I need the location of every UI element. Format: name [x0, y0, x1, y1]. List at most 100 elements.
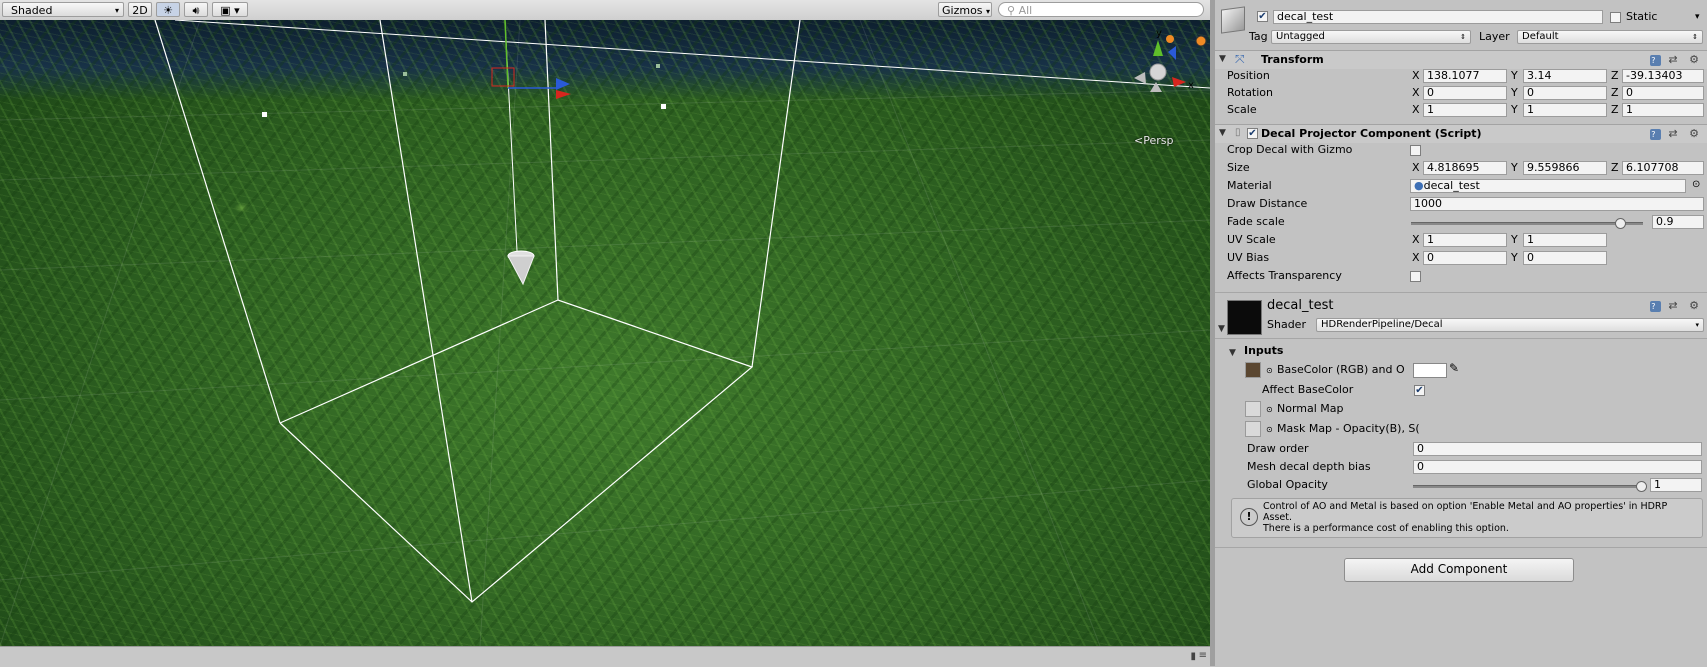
toggle-2d-button[interactable]: 2D [128, 2, 152, 17]
toggle-lighting-button[interactable]: ☀ [156, 2, 180, 17]
uv-scale-y-field[interactable]: 1 [1523, 233, 1607, 247]
gizmos-label: Gizmos [942, 4, 983, 17]
crop-decal-checkbox[interactable] [1410, 145, 1421, 156]
shading-mode-dropdown[interactable]: Shaded ▾ [2, 2, 124, 17]
gizmos-dropdown[interactable]: Gizmos ▾ [938, 2, 992, 17]
projector-cone-icon[interactable] [507, 250, 535, 286]
mesh-decal-bias-label: Mesh decal depth bias [1247, 460, 1371, 473]
gear-icon: ⚙ [1689, 299, 1703, 312]
size-z-field[interactable]: 6.107708 [1622, 161, 1704, 175]
normal-map-label: Normal Map [1277, 402, 1344, 415]
rotation-y-field[interactable]: 0 [1523, 86, 1607, 100]
scene-viewport[interactable]: y x <Persp [0, 20, 1210, 646]
global-opacity-slider-thumb[interactable] [1636, 481, 1647, 492]
object-name-field[interactable]: decal_test [1273, 10, 1603, 24]
move-handle[interactable] [491, 20, 571, 99]
position-x-field[interactable]: 138.1077 [1423, 69, 1507, 83]
material-object-field[interactable]: ●decal_test [1410, 179, 1686, 193]
rotation-x-field[interactable]: 0 [1423, 86, 1507, 100]
eyedropper-icon[interactable]: ✎ [1449, 361, 1459, 375]
component-header-icons[interactable]: ? ⇄ ⚙ [1649, 53, 1703, 66]
transform-icon: ⤧ [1235, 52, 1245, 66]
tag-value: Untagged [1276, 31, 1325, 42]
toggle-effects-button[interactable]: ▣ ▾ [212, 2, 248, 17]
base-color-texture-slot[interactable] [1245, 362, 1261, 378]
shader-label: Shader [1267, 318, 1306, 331]
add-component-button[interactable]: Add Component [1344, 558, 1574, 582]
section-separator [1215, 338, 1707, 339]
chevron-down-icon[interactable]: ▾ [1695, 12, 1700, 22]
position-y-field[interactable]: 3.14 [1523, 69, 1607, 83]
scene-view[interactable]: Shaded ▾ 2D ☀ 🔊︎ ▣ ▾ Gizmos ▾ ⚲ All y x … [0, 0, 1210, 667]
normal-map-texture-slot[interactable] [1245, 401, 1261, 417]
size-x-field[interactable]: 4.818695 [1423, 161, 1507, 175]
rotation-z-field[interactable]: 0 [1622, 86, 1704, 100]
draw-distance-field[interactable]: 1000 [1410, 197, 1704, 211]
uv-scale-label: UV Scale [1227, 233, 1276, 246]
global-opacity-field[interactable]: 1 [1650, 478, 1702, 492]
mask-map-texture-slot[interactable] [1245, 421, 1261, 437]
tag-dropdown[interactable]: Untagged ⇕ [1271, 30, 1471, 44]
foldout-arrow-icon: ▼ [1219, 128, 1226, 138]
affects-transparency-label: Affects Transparency [1227, 269, 1342, 282]
preset-icon: ⇄ [1668, 299, 1682, 312]
component-header-icons[interactable]: ? ⇄ ⚙ [1649, 127, 1703, 140]
foldout-arrow-icon[interactable]: ▼ [1218, 324, 1225, 334]
base-color-picker[interactable] [1413, 363, 1447, 378]
decal-projector-header[interactable]: ▼ ▯ ✔ Decal Projector Component (Script)… [1215, 124, 1707, 143]
shader-value: HDRenderPipeline/Decal [1321, 319, 1443, 330]
fade-scale-slider[interactable] [1411, 222, 1643, 225]
uv-bias-x-field[interactable]: 0 [1423, 251, 1507, 265]
draw-distance-label: Draw Distance [1227, 197, 1308, 210]
transform-header[interactable]: ▼ ⤧ Transform ? ⇄ ⚙ [1215, 50, 1707, 69]
global-opacity-slider[interactable] [1413, 485, 1641, 488]
transform-title: Transform [1261, 53, 1324, 66]
scale-y-field[interactable]: 1 [1523, 103, 1607, 117]
position-z-field[interactable]: -39.13403 [1622, 69, 1704, 83]
scale-x-field[interactable]: 1 [1423, 103, 1507, 117]
scene-search-input[interactable]: ⚲ All [998, 2, 1204, 17]
texture-picker-icon[interactable]: ⊙ [1266, 366, 1273, 375]
draw-order-field[interactable]: 0 [1413, 442, 1702, 456]
script-icon: ▯ [1235, 127, 1241, 138]
texture-picker-icon[interactable]: ⊙ [1266, 425, 1273, 434]
material-preview-thumbnail [1227, 300, 1262, 335]
layer-dropdown[interactable]: Default ⇕ [1517, 30, 1703, 44]
orientation-gizmo[interactable]: y x [1134, 28, 1207, 92]
gear-icon: ⚙ [1689, 127, 1703, 140]
lock-icon[interactable]: ▮ [1190, 651, 1196, 662]
texture-picker-icon[interactable]: ⊙ [1266, 405, 1273, 414]
active-checkbox[interactable]: ✔ [1257, 11, 1268, 22]
material-header-icons[interactable]: ? ⇄ ⚙ [1649, 299, 1703, 312]
uv-bias-y-field[interactable]: 0 [1523, 251, 1607, 265]
affects-transparency-checkbox[interactable] [1410, 271, 1421, 282]
projection-mode-toggle[interactable]: <Persp [1134, 134, 1173, 147]
decal-bounds-box[interactable] [154, 20, 801, 603]
info-text-line1: Control of AO and Metal is based on opti… [1263, 501, 1668, 512]
fade-scale-slider-thumb[interactable] [1614, 218, 1626, 229]
size-y-field[interactable]: 9.559866 [1523, 161, 1607, 175]
chevron-down-icon: ▾ [1695, 321, 1699, 329]
shader-dropdown[interactable]: HDRenderPipeline/Decal ▾ [1316, 318, 1704, 332]
probe-marker [403, 72, 407, 76]
toggle-audio-button[interactable]: 🔊︎ [184, 2, 208, 17]
scale-z-field[interactable]: 1 [1622, 103, 1704, 117]
uv-scale-x-field[interactable]: 1 [1423, 233, 1507, 247]
static-checkbox[interactable] [1610, 12, 1621, 23]
help-icon: ? [1649, 129, 1661, 140]
scale-label: Scale [1227, 103, 1257, 116]
object-picker-icon[interactable]: ⊙ [1692, 179, 1700, 190]
material-name: decal_test [1267, 298, 1334, 313]
mesh-decal-bias-field[interactable]: 0 [1413, 460, 1702, 474]
scene-statusbar: ▮ ≡ [0, 646, 1210, 667]
decal-enabled-checkbox[interactable]: ✔ [1247, 128, 1258, 139]
info-icon: ! [1240, 508, 1258, 526]
menu-icon[interactable]: ≡ [1199, 650, 1207, 661]
gear-icon: ⚙ [1689, 53, 1703, 66]
draw-order-label: Draw order [1247, 442, 1309, 455]
foldout-arrow-icon[interactable]: ▼ [1229, 348, 1236, 358]
affect-base-color-checkbox[interactable]: ✔ [1414, 385, 1425, 396]
image-icon: ▣ ▾ [220, 4, 240, 17]
fade-scale-field[interactable]: 0.9 [1652, 215, 1704, 229]
help-icon: ? [1649, 55, 1661, 66]
